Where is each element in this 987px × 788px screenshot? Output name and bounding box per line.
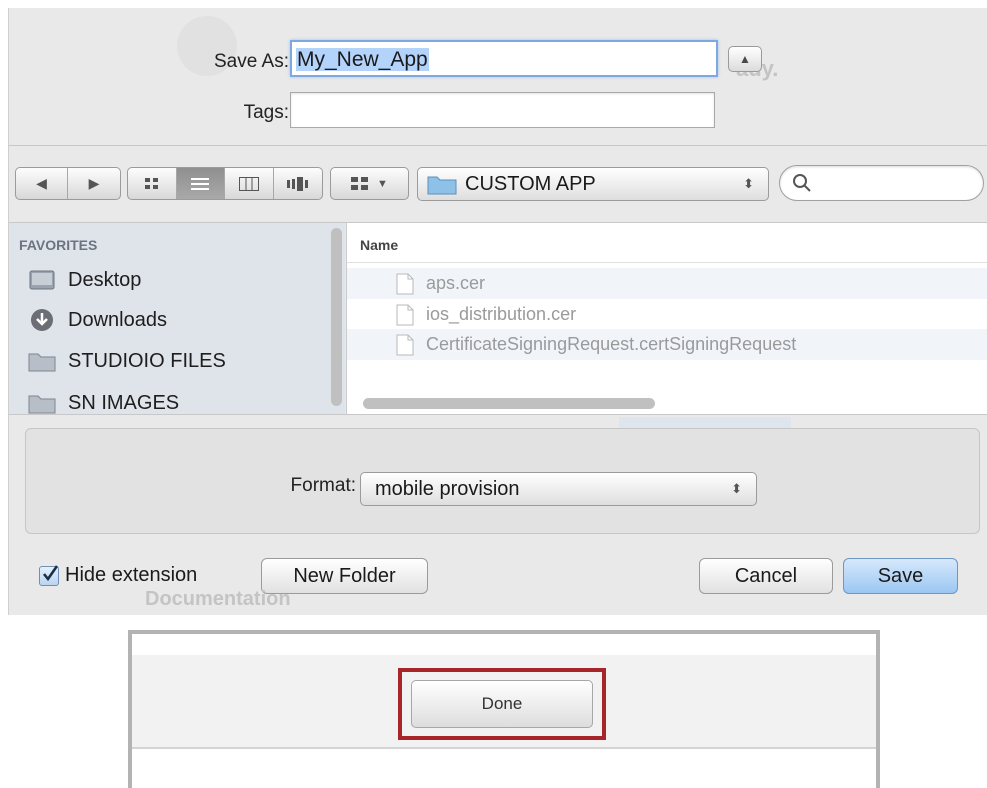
hide-extension-checkbox[interactable] xyxy=(39,565,59,586)
desktop-icon xyxy=(28,269,56,291)
divider xyxy=(9,145,987,146)
ghost-text: Documentation xyxy=(145,588,291,610)
column-view-icon xyxy=(238,176,259,191)
done-button[interactable]: Done xyxy=(411,680,593,728)
column-header-label: Name xyxy=(360,237,399,253)
hide-extension-label[interactable]: Hide extension xyxy=(65,564,197,587)
arrange-popup[interactable]: ▼ xyxy=(331,168,408,199)
downloads-icon xyxy=(28,309,56,331)
cover-flow-button[interactable] xyxy=(274,168,323,199)
file-name: aps.cer xyxy=(426,273,486,293)
sidebar-item-label: Downloads xyxy=(68,308,167,331)
file-row[interactable]: aps.cer xyxy=(347,268,987,299)
format-label: Format: xyxy=(290,475,356,496)
save-button[interactable]: Save xyxy=(843,558,958,594)
divider xyxy=(132,747,876,749)
save-as-field[interactable]: My_New_App xyxy=(290,40,718,77)
highlight-box: Done xyxy=(398,668,606,740)
search-icon xyxy=(793,174,811,192)
divider xyxy=(9,414,987,415)
folder-icon xyxy=(427,176,457,195)
file-row[interactable]: CertificateSigningRequest.certSigningReq… xyxy=(347,329,987,360)
folder-icon xyxy=(28,392,56,414)
document-icon xyxy=(396,304,414,325)
file-name: ios_distribution.cer xyxy=(426,304,577,324)
folder-icon xyxy=(28,350,56,372)
file-list: Name aps.cer ios_distribution.cer Certif… xyxy=(346,223,987,414)
cover-flow-icon xyxy=(286,176,308,191)
column-view-button[interactable] xyxy=(225,168,274,199)
sidebar-item-studioio-files[interactable]: STUDIOIO FILES xyxy=(28,346,226,376)
expand-dialog-button[interactable]: ▲ xyxy=(728,46,762,72)
sidebar-item-label: SN IMAGES xyxy=(68,391,180,414)
arrange-icon xyxy=(351,176,369,190)
sidebar-item-downloads[interactable]: Downloads xyxy=(28,305,167,335)
arrange-button[interactable]: ▼ xyxy=(330,167,409,200)
list-view-button[interactable] xyxy=(176,168,225,199)
format-value: mobile provision xyxy=(375,477,520,500)
tags-label: Tags: xyxy=(243,102,289,123)
sidebar-item-label: Desktop xyxy=(68,268,142,291)
sidebar: FAVORITES Desktop Downloads STUDIOIO FIL… xyxy=(9,223,345,414)
icon-view-button[interactable] xyxy=(128,168,177,199)
back-button[interactable]: ◀ xyxy=(16,168,69,199)
format-panel: Format: mobile provision ⬍ xyxy=(25,428,980,534)
updown-arrows-icon: ⬍ xyxy=(743,176,754,191)
document-icon xyxy=(396,273,414,294)
save-dialog: ady. Save As: My_New_App ▲ Tags: ◀ ▶ ▼ xyxy=(8,8,987,615)
done-panel: Done xyxy=(128,630,880,788)
sidebar-item-label: STUDIOIO FILES xyxy=(68,349,226,372)
forward-arrow-icon: ▶ xyxy=(88,175,100,191)
format-popup[interactable]: mobile provision ⬍ xyxy=(360,472,757,506)
cancel-button[interactable]: Cancel xyxy=(699,558,833,594)
forward-button[interactable]: ▶ xyxy=(68,168,120,199)
horizontal-scrollbar[interactable] xyxy=(363,398,655,409)
document-icon xyxy=(396,334,414,355)
save-as-label: Save As: xyxy=(214,51,289,72)
icon-view-icon xyxy=(144,177,158,189)
location-popup[interactable]: CUSTOM APP ⬍ xyxy=(417,167,769,201)
view-mode-group xyxy=(127,167,323,200)
updown-arrows-icon: ⬍ xyxy=(731,481,742,496)
file-name: CertificateSigningRequest.certSigningReq… xyxy=(426,334,797,354)
file-row[interactable]: ios_distribution.cer xyxy=(347,299,987,330)
location-label: CUSTOM APP xyxy=(465,172,596,195)
search-field[interactable] xyxy=(779,165,984,201)
save-as-value: My_New_App xyxy=(296,48,429,71)
sidebar-item-desktop[interactable]: Desktop xyxy=(28,265,141,295)
sidebar-scrollbar[interactable] xyxy=(331,228,342,406)
sidebar-heading: FAVORITES xyxy=(19,237,98,253)
sidebar-item-sn-images[interactable]: SN IMAGES xyxy=(28,388,179,414)
name-column-header[interactable]: Name xyxy=(347,223,987,263)
triangle-up-icon: ▲ xyxy=(739,52,751,66)
checkmark-icon xyxy=(42,565,59,582)
list-view-icon xyxy=(191,177,210,190)
back-arrow-icon: ◀ xyxy=(36,175,47,191)
back-forward-group: ◀ ▶ xyxy=(15,167,121,200)
tags-field[interactable] xyxy=(290,92,715,128)
dropdown-arrow-icon: ▼ xyxy=(377,177,388,190)
